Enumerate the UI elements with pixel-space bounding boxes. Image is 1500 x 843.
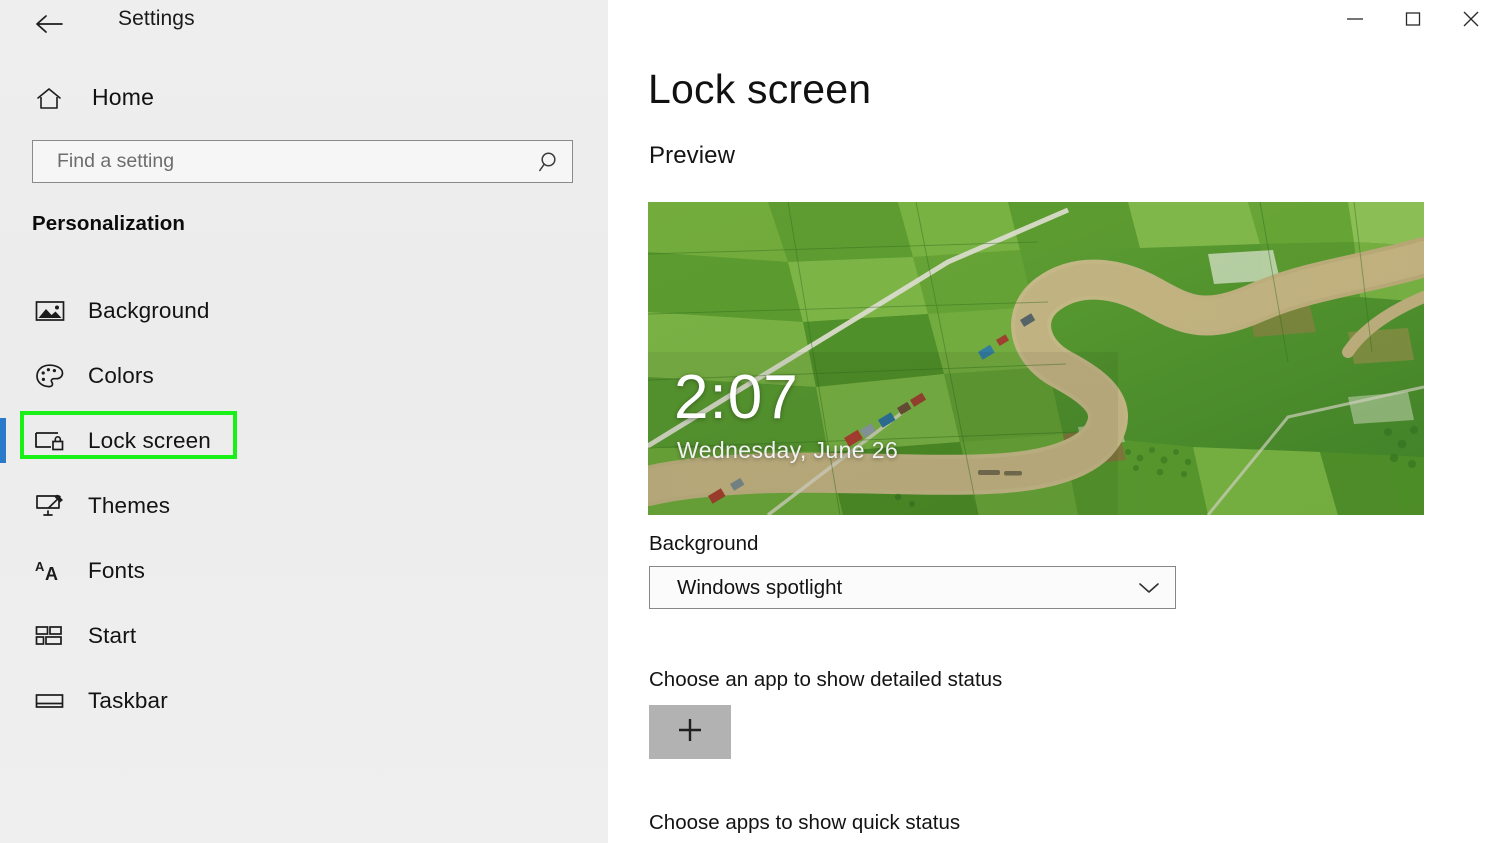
background-setting-label: Background [649, 532, 758, 556]
sidebar-section-header: Personalization [32, 212, 185, 236]
sidebar-item-taskbar-label: Taskbar [88, 688, 168, 714]
lock-screen-icon [34, 425, 66, 457]
add-detailed-status-app-button[interactable] [649, 705, 731, 759]
app-title: Settings [118, 7, 195, 31]
plus-icon [675, 715, 705, 750]
minimize-icon [1345, 12, 1365, 30]
back-arrow-icon [35, 14, 65, 34]
sidebar-item-fonts-label: Fonts [88, 558, 145, 584]
close-button[interactable] [1442, 0, 1500, 42]
lock-screen-clock: 2:07 [674, 367, 799, 429]
picture-icon [34, 295, 66, 327]
lock-screen-preview-image [648, 202, 1424, 515]
settings-window: Settings Home Personalization [0, 0, 1500, 843]
search-icon[interactable] [528, 141, 572, 182]
main-content: Lock screen Preview [608, 0, 1500, 843]
sidebar-item-background-label: Background [88, 298, 210, 324]
sidebar: Settings Home Personalization [0, 0, 608, 843]
sidebar-item-lock-screen-label: Lock screen [88, 428, 211, 454]
maximize-icon [1404, 10, 1422, 33]
preview-section-header: Preview [649, 142, 735, 170]
sidebar-item-taskbar[interactable]: Taskbar [0, 668, 608, 733]
sidebar-item-background[interactable]: Background [0, 278, 608, 343]
sidebar-item-colors-label: Colors [88, 363, 154, 389]
palette-icon [34, 360, 66, 392]
search-field[interactable] [32, 140, 573, 183]
lock-screen-date: Wednesday, June 26 [677, 437, 898, 464]
taskbar-icon [34, 685, 66, 717]
close-icon [1461, 9, 1481, 34]
sidebar-header: Settings [0, 0, 608, 56]
search-input[interactable] [33, 150, 528, 173]
detailed-status-label: Choose an app to show detailed status [649, 668, 1002, 692]
sidebar-item-lock-screen[interactable]: Lock screen [0, 408, 608, 473]
sidebar-item-home-label: Home [92, 84, 154, 111]
svg-text:A: A [35, 559, 45, 574]
lock-screen-preview[interactable]: 2:07 Wednesday, June 26 [648, 202, 1424, 515]
minimize-button[interactable] [1326, 0, 1384, 42]
sidebar-item-home[interactable]: Home [0, 76, 608, 120]
background-dropdown[interactable]: Windows spotlight [649, 566, 1176, 609]
sidebar-item-start-label: Start [88, 623, 136, 649]
sidebar-item-themes[interactable]: Themes [0, 473, 608, 538]
sidebar-item-themes-label: Themes [88, 493, 170, 519]
start-tiles-icon [34, 620, 66, 652]
quick-status-label: Choose apps to show quick status [649, 811, 960, 835]
sidebar-item-colors[interactable]: Colors [0, 343, 608, 408]
chevron-down-icon [1123, 567, 1175, 608]
background-dropdown-value: Windows spotlight [650, 576, 1123, 600]
home-icon [34, 84, 64, 114]
themes-icon [34, 490, 66, 522]
page-title: Lock screen [648, 66, 871, 113]
fonts-icon: A A [34, 555, 66, 587]
window-controls [1326, 0, 1500, 42]
svg-text:A: A [45, 564, 58, 584]
sidebar-item-start[interactable]: Start [0, 603, 608, 668]
maximize-button[interactable] [1384, 0, 1442, 42]
sidebar-item-fonts[interactable]: A A Fonts [0, 538, 608, 603]
back-button[interactable] [30, 4, 70, 44]
sidebar-nav-list: Background Colors [0, 278, 608, 733]
